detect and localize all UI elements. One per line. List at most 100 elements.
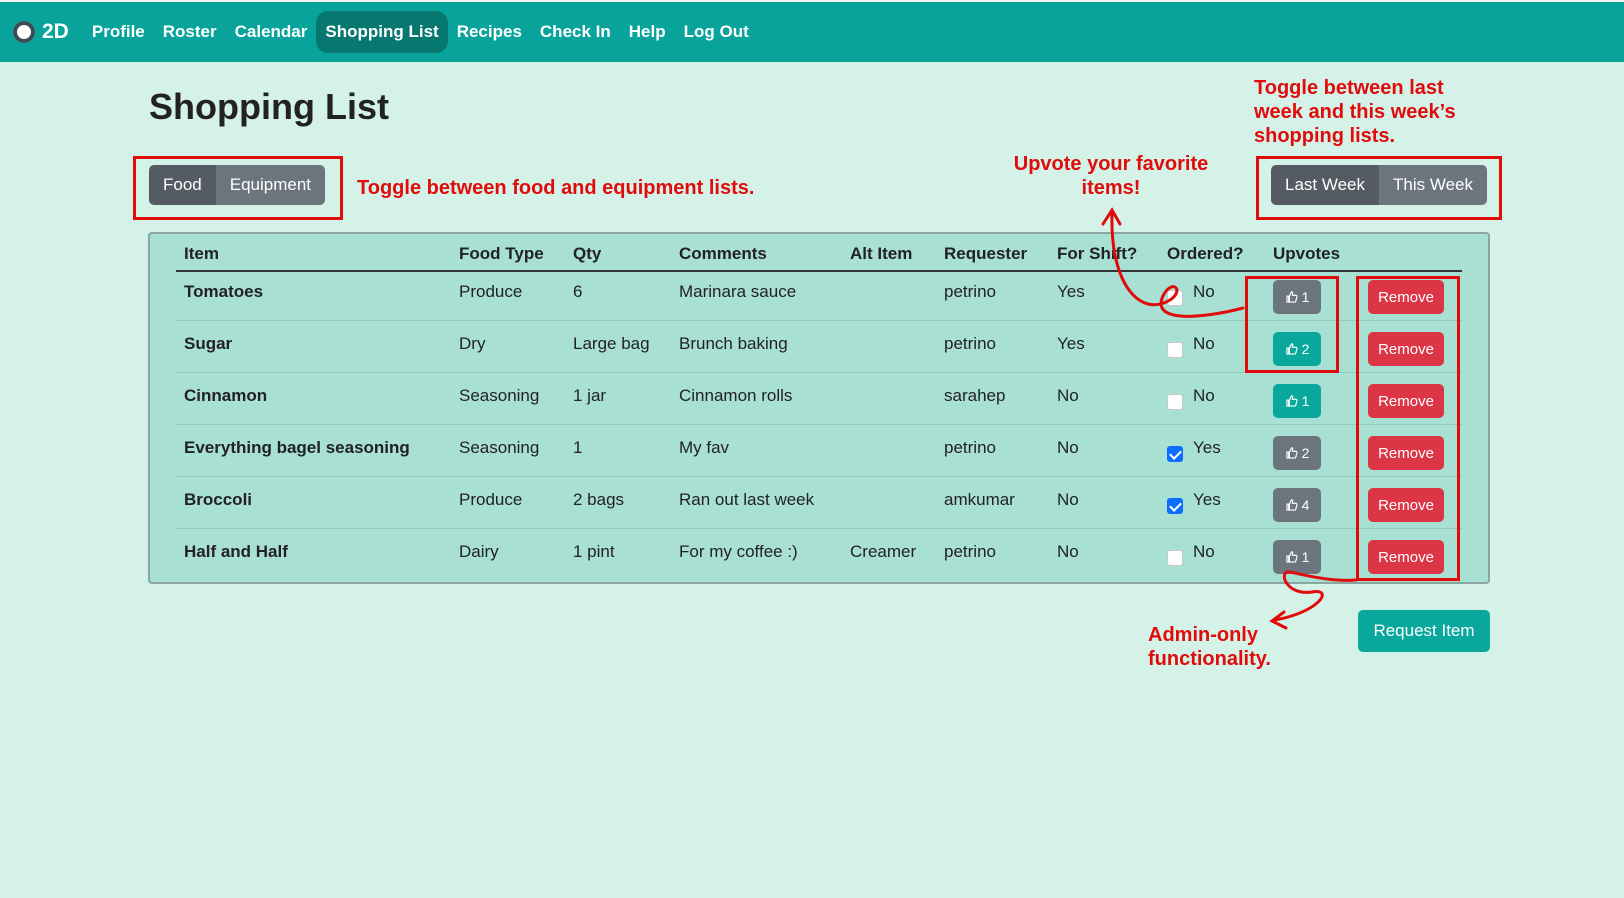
cell-comments: Marinara sauce [679, 282, 797, 301]
annotation-admin-line2: functionality. [1148, 648, 1271, 670]
cell-food-type: Produce [459, 282, 523, 301]
annotation-admin-line1: Admin-only [1148, 624, 1258, 646]
cell-requester: petrino [944, 438, 996, 457]
thumbs-up-icon [1285, 499, 1298, 511]
cell-alt-item: Creamer [850, 542, 917, 561]
cell-item: Sugar [184, 334, 233, 353]
food-toggle-button[interactable]: Food [149, 165, 216, 205]
ordered-checkbox[interactable] [1167, 394, 1183, 410]
annotation-weeks-line3: shopping lists. [1254, 125, 1396, 147]
ordered-checkbox[interactable] [1167, 550, 1183, 566]
header-comments: Comments [679, 244, 767, 263]
this-week-button[interactable]: This Week [1379, 165, 1488, 205]
cell-item: Tomatoes [184, 282, 264, 301]
nav-recipes[interactable]: Recipes [448, 11, 531, 53]
cell-item: Everything bagel seasoning [184, 438, 410, 457]
brand[interactable]: 2D [13, 20, 69, 44]
cell-item: Cinnamon [184, 386, 268, 405]
ordered-label: Yes [1193, 438, 1221, 457]
header-qty: Qty [573, 244, 602, 263]
ordered-label: No [1193, 282, 1215, 301]
cell-comments: For my coffee :) [679, 542, 798, 561]
annotation-box-upvotes [1245, 276, 1339, 373]
cell-qty: 1 [573, 438, 583, 457]
cell-food-type: Dairy [459, 542, 499, 561]
header-divider [176, 270, 1462, 272]
ordered-checkbox[interactable] [1167, 290, 1183, 306]
cell-requester: petrino [944, 334, 996, 353]
upvote-button[interactable]: 2 [1273, 436, 1321, 470]
cell-comments: My fav [679, 438, 730, 457]
thumbs-up-icon [1285, 447, 1298, 459]
nav-check-in[interactable]: Check In [531, 11, 620, 53]
ordered-checkbox[interactable] [1167, 342, 1183, 358]
annotation-box-remove [1356, 276, 1460, 581]
cell-qty: Large bag [573, 334, 650, 353]
cell-requester: sarahep [944, 386, 1006, 405]
cell-qty: 6 [573, 282, 583, 301]
cell-for-shift: No [1057, 386, 1079, 405]
annotation-admin: Admin-only functionality. [1148, 623, 1271, 671]
cell-requester: petrino [944, 282, 996, 301]
row-divider [176, 476, 1462, 477]
ordered-checkbox[interactable] [1167, 498, 1183, 514]
nav-profile[interactable]: Profile [83, 11, 154, 53]
thumbs-up-icon [1285, 551, 1298, 563]
header-requester: Requester [944, 244, 1028, 263]
header-ordered: Ordered? [1167, 244, 1244, 263]
nav-help[interactable]: Help [620, 11, 675, 53]
navbar: 2D Profile Roster Calendar Shopping List… [0, 2, 1624, 62]
nav-log-out[interactable]: Log Out [675, 11, 758, 53]
annotation-weeks-line1: Toggle between last [1254, 77, 1444, 99]
upvote-count: 2 [1301, 445, 1310, 461]
week-toggle-group: Last Week This Week [1271, 165, 1488, 205]
annotation-upvote-line2: items! [1081, 177, 1141, 199]
ordered-label: Yes [1193, 490, 1221, 509]
ordered-checkbox[interactable] [1167, 446, 1183, 462]
upvote-count: 1 [1301, 549, 1310, 565]
annotation-toggle-weeks: Toggle between last week and this week’s… [1254, 76, 1456, 148]
page-title: Shopping List [149, 86, 389, 127]
upvote-button[interactable]: 1 [1273, 540, 1321, 574]
cell-item: Broccoli [184, 490, 253, 509]
cell-food-type: Seasoning [459, 438, 540, 457]
row-divider [176, 424, 1462, 425]
cell-comments: Brunch baking [679, 334, 788, 353]
upvote-count: 4 [1301, 497, 1310, 513]
annotation-upvote: Upvote your favorite items! [996, 152, 1226, 200]
annotation-upvote-line1: Upvote your favorite [1013, 153, 1209, 175]
ordered-label: No [1193, 386, 1215, 405]
upvote-button[interactable]: 4 [1273, 488, 1321, 522]
last-week-button[interactable]: Last Week [1271, 165, 1380, 205]
cell-requester: petrino [944, 542, 996, 561]
ordered-label: No [1193, 334, 1215, 353]
logo-icon [13, 21, 35, 43]
cell-for-shift: No [1057, 490, 1079, 509]
header-for-shift: For Shift? [1057, 244, 1138, 263]
annotation-toggle-lists: Toggle between food and equipment lists. [357, 177, 755, 199]
equipment-toggle-button[interactable]: Equipment [215, 165, 326, 205]
cell-comments: Ran out last week [679, 490, 815, 509]
cell-food-type: Produce [459, 490, 523, 509]
header-item: Item [184, 244, 219, 263]
cell-for-shift: Yes [1057, 282, 1085, 301]
brand-text: 2D [42, 20, 69, 43]
upvote-button[interactable]: 1 [1273, 384, 1321, 418]
cell-comments: Cinnamon rolls [679, 386, 793, 405]
cell-qty: 1 pint [573, 542, 615, 561]
nav-calendar[interactable]: Calendar [226, 11, 317, 53]
upvote-count: 1 [1301, 393, 1310, 409]
cell-qty: 2 bags [573, 490, 625, 509]
nav-roster[interactable]: Roster [154, 11, 226, 53]
row-divider [176, 528, 1462, 529]
list-toggle-group: Food Equipment [149, 165, 326, 205]
request-item-button[interactable]: Request Item [1358, 610, 1490, 652]
cell-food-type: Dry [459, 334, 486, 353]
cell-requester: amkumar [944, 490, 1015, 509]
admin-arrow-head [1269, 610, 1288, 630]
cell-qty: 1 jar [573, 386, 607, 405]
cell-for-shift: Yes [1057, 334, 1085, 353]
nav-shopping-list[interactable]: Shopping List [316, 11, 448, 53]
ordered-label: No [1193, 542, 1215, 561]
cell-for-shift: No [1057, 542, 1079, 561]
